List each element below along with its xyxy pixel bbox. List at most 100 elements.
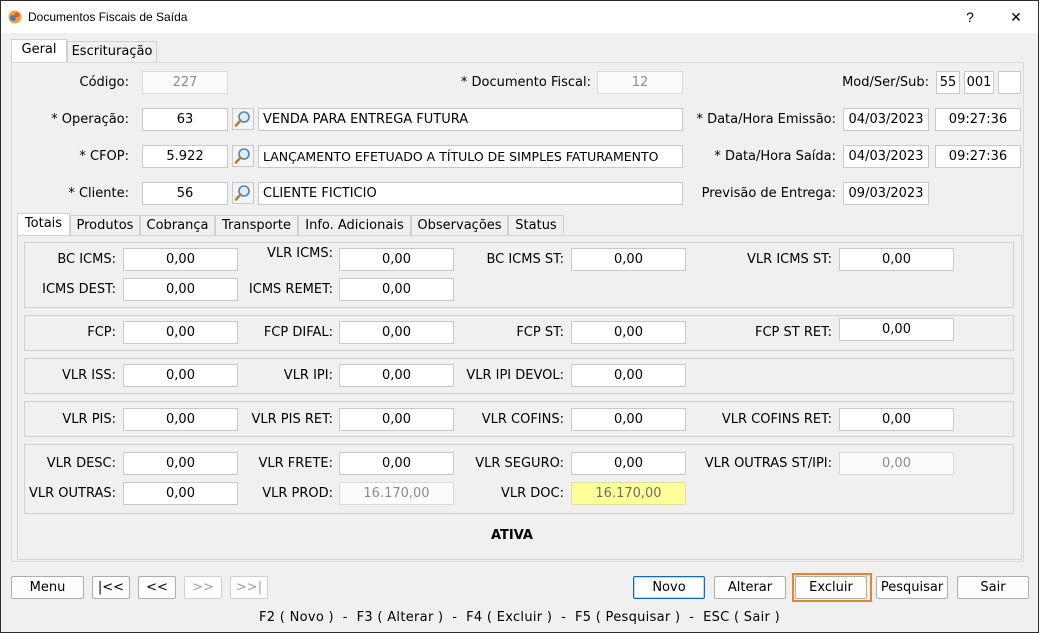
vlr-prod-label: VLR PROD:	[262, 486, 333, 501]
fcp-st-ret-field[interactable]: 0,00	[839, 318, 954, 341]
tab-escrituracao[interactable]: Escrituração	[67, 41, 157, 63]
cliente-search-icon[interactable]	[232, 182, 254, 204]
data-saida-field[interactable]: 04/03/2023	[843, 145, 929, 168]
tab-geral[interactable]: Geral	[11, 39, 67, 63]
tab-label: Geral	[21, 42, 57, 57]
vlr-outras-st-ipi-field[interactable]: 0,00	[839, 452, 954, 475]
vlr-icms-label: VLR ICMS:	[266, 246, 333, 261]
vlr-outras-field[interactable]: 0,00	[123, 482, 238, 505]
data-hora-emissao-label: * Data/Hora Emissão:	[696, 112, 836, 127]
sair-button[interactable]: Sair	[957, 576, 1029, 599]
subtab-label: Observações	[417, 218, 502, 233]
previsao-entrega-field[interactable]: 09/03/2023	[843, 182, 929, 205]
hora-saida-field[interactable]: 09:27:36	[935, 145, 1021, 168]
cfop-search-icon[interactable]	[232, 145, 254, 167]
documento-fiscal-field[interactable]: 12	[597, 71, 683, 94]
bc-icms-field[interactable]: 0,00	[123, 248, 238, 271]
pesquisar-button[interactable]: Pesquisar	[876, 576, 948, 599]
vlr-pis-ret-label: VLR PIS RET:	[251, 412, 334, 427]
fcp-st-ret-label: FCP ST RET:	[755, 325, 832, 340]
vlr-desc-field[interactable]: 0,00	[123, 452, 238, 475]
ser-field[interactable]: 001	[964, 71, 994, 94]
operacao-code-field[interactable]: 63	[142, 108, 228, 131]
vlr-icms-st-field[interactable]: 0,00	[839, 248, 954, 271]
title-bar: Documentos Fiscais de Saída ? ✕	[1, 1, 1038, 33]
icms-dest-field[interactable]: 0,00	[123, 278, 238, 301]
operacao-desc-field[interactable]: VENDA PARA ENTREGA FUTURA	[258, 108, 683, 131]
vlr-icms-field[interactable]: 0,00	[339, 248, 454, 271]
hora-emissao-field[interactable]: 09:27:36	[935, 108, 1021, 131]
data-emissao-field[interactable]: 04/03/2023	[843, 108, 929, 131]
vlr-desc-label: VLR DESC:	[46, 456, 116, 471]
subtab-label: Produtos	[76, 218, 134, 233]
vlr-cofins-ret-label: VLR COFINS RET:	[721, 412, 832, 427]
vlr-doc-field[interactable]: 16.170,00	[571, 482, 686, 505]
window: Documentos Fiscais de Saída ? ✕ Geral Es…	[0, 0, 1039, 633]
subtab-cobranca[interactable]: Cobrança	[140, 215, 215, 236]
cfop-label: * CFOP:	[79, 149, 129, 164]
documento-fiscal-label: * Documento Fiscal:	[460, 75, 591, 90]
vlr-iss-field[interactable]: 0,00	[123, 364, 238, 387]
subtab-status[interactable]: Status	[508, 215, 564, 236]
cliente-code-field[interactable]: 56	[142, 182, 228, 205]
fcp-st-field[interactable]: 0,00	[571, 321, 686, 344]
operacao-search-icon[interactable]	[232, 108, 254, 130]
next-record-button[interactable]: >>	[184, 576, 222, 599]
bc-icms-st-label: BC ICMS ST:	[486, 252, 564, 267]
codigo-label: Código:	[79, 75, 129, 90]
subtab-label: Totais	[24, 216, 63, 231]
vlr-outras-st-ipi-label: VLR OUTRAS ST/IPI:	[704, 456, 832, 471]
status-text: ATIVA	[491, 528, 533, 543]
vlr-doc-label: VLR DOC:	[500, 486, 564, 501]
subtab-label: Transporte	[222, 218, 291, 233]
vlr-frete-field[interactable]: 0,00	[339, 452, 454, 475]
subtab-transporte[interactable]: Transporte	[215, 215, 298, 236]
codigo-field[interactable]: 227	[142, 71, 228, 94]
vlr-ipi-devol-label: VLR IPI DEVOL:	[466, 368, 564, 383]
subtab-produtos[interactable]: Produtos	[70, 215, 140, 236]
vlr-ipi-devol-field[interactable]: 0,00	[571, 364, 686, 387]
vlr-cofins-ret-field[interactable]: 0,00	[839, 408, 954, 431]
cfop-code-field[interactable]: 5.922	[142, 145, 228, 168]
subtab-observacoes[interactable]: Observações	[411, 215, 508, 236]
bc-icms-label: BC ICMS:	[57, 252, 116, 267]
bc-icms-st-field[interactable]: 0,00	[571, 248, 686, 271]
fcp-difal-label: FCP DIFAL:	[263, 325, 333, 340]
window-title: Documentos Fiscais de Saída	[28, 10, 188, 24]
excluir-button[interactable]: Excluir	[795, 576, 867, 599]
vlr-ipi-label: VLR IPI:	[283, 368, 333, 383]
app-icon	[8, 10, 22, 24]
menu-button[interactable]: Menu	[11, 576, 84, 599]
cliente-desc-field[interactable]: CLIENTE FICTICIO	[258, 182, 683, 205]
sub-field[interactable]	[998, 71, 1021, 94]
vlr-seguro-label: VLR SEGURO:	[475, 456, 564, 471]
alterar-button[interactable]: Alterar	[714, 576, 786, 599]
prev-record-button[interactable]: <<	[138, 576, 176, 599]
fcp-difal-field[interactable]: 0,00	[339, 321, 454, 344]
novo-button[interactable]: Novo	[633, 576, 705, 599]
vlr-pis-ret-field[interactable]: 0,00	[339, 408, 454, 431]
close-button[interactable]: ✕	[994, 1, 1038, 33]
tab-label: Escrituração	[71, 44, 153, 59]
icms-remet-field[interactable]: 0,00	[339, 278, 454, 301]
last-record-button[interactable]: >>|	[230, 576, 268, 599]
subtab-info-adicionais[interactable]: Info. Adicionais	[298, 215, 411, 236]
vlr-cofins-field[interactable]: 0,00	[571, 408, 686, 431]
previsao-entrega-label: Previsão de Entrega:	[701, 186, 836, 201]
vlr-cofins-label: VLR COFINS:	[481, 412, 564, 427]
subtab-label: Status	[515, 218, 557, 233]
vlr-seguro-field[interactable]: 0,00	[571, 452, 686, 475]
vlr-icms-st-label: VLR ICMS ST:	[747, 252, 832, 267]
subtab-totais[interactable]: Totais	[17, 213, 70, 236]
first-record-button[interactable]: |<<	[92, 576, 130, 599]
operacao-label: * Operação:	[51, 112, 129, 127]
vlr-pis-field[interactable]: 0,00	[123, 408, 238, 431]
cfop-desc-field[interactable]: LANÇAMENTO EFETUADO A TÍTULO DE SIMPLES …	[258, 145, 683, 168]
help-button[interactable]: ?	[948, 1, 992, 33]
vlr-ipi-field[interactable]: 0,00	[339, 364, 454, 387]
fcp-field[interactable]: 0,00	[123, 321, 238, 344]
vlr-prod-field[interactable]: 16.170,00	[339, 482, 454, 505]
fcp-label: FCP:	[87, 325, 116, 340]
subtab-label: Cobrança	[146, 218, 209, 233]
mod-field[interactable]: 55	[936, 71, 960, 94]
